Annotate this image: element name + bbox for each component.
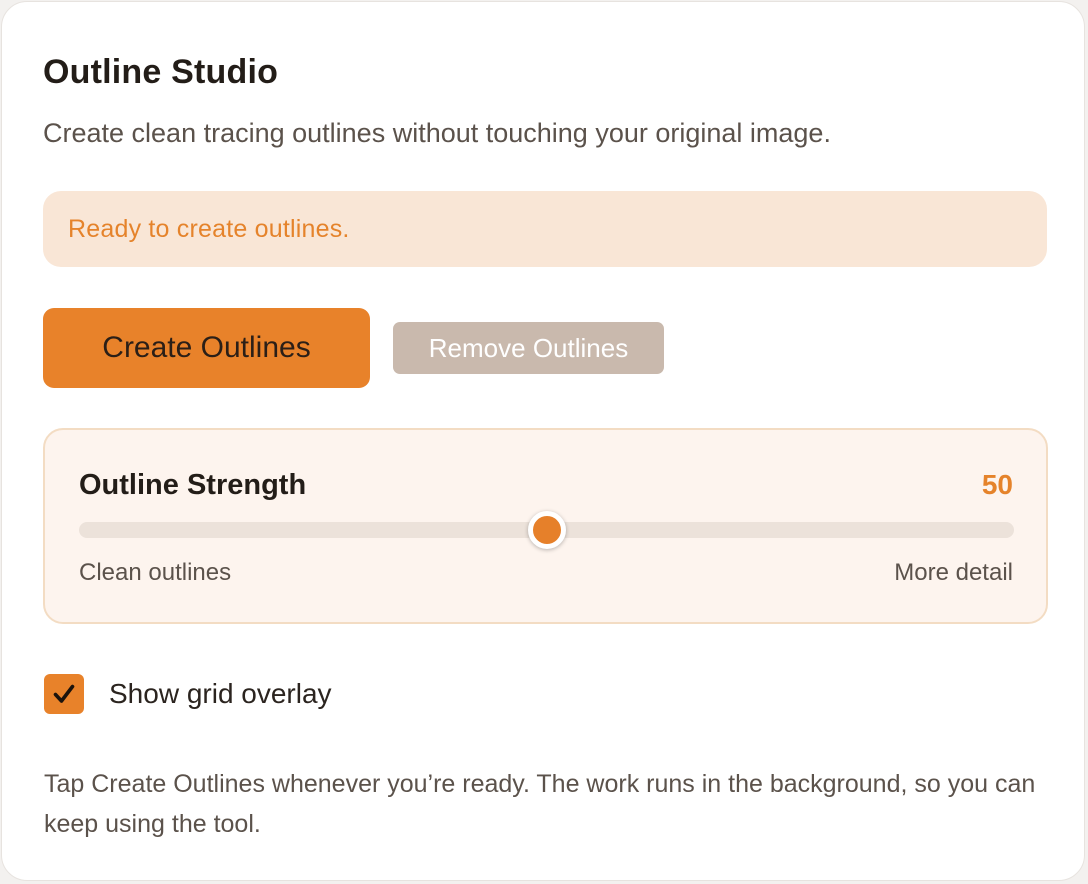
- footer-note: Tap Create Outlines whenever you’re read…: [44, 770, 1036, 838]
- checkmark-icon: [53, 684, 75, 703]
- outline-strength-label: Outline Strength: [79, 469, 307, 501]
- create-outlines-button[interactable]: Create Outlines: [43, 308, 370, 388]
- outline-strength-value: 50: [981, 469, 1013, 500]
- slider-max-label: More detail: [894, 559, 1013, 586]
- outline-strength-slider-thumb[interactable]: [527, 511, 566, 549]
- remove-outlines-button[interactable]: Remove Outlines: [393, 322, 664, 374]
- slider-min-label: Clean outlines: [79, 559, 232, 586]
- outline-strength-panel: Outline Strength 50 Clean outlines More …: [43, 428, 1048, 624]
- grid-overlay-checkbox[interactable]: [44, 674, 84, 714]
- status-message: Ready to create outlines.: [68, 214, 350, 243]
- outline-studio-card: Outline Studio Create clean tracing outl…: [1, 1, 1085, 881]
- status-banner: Ready to create outlines.: [43, 191, 1047, 267]
- page-title: Outline Studio: [43, 53, 279, 91]
- grid-overlay-label[interactable]: Show grid overlay: [109, 677, 332, 711]
- outline-strength-slider[interactable]: [79, 511, 1014, 549]
- page-subtitle: Create clean tracing outlines without to…: [43, 118, 831, 148]
